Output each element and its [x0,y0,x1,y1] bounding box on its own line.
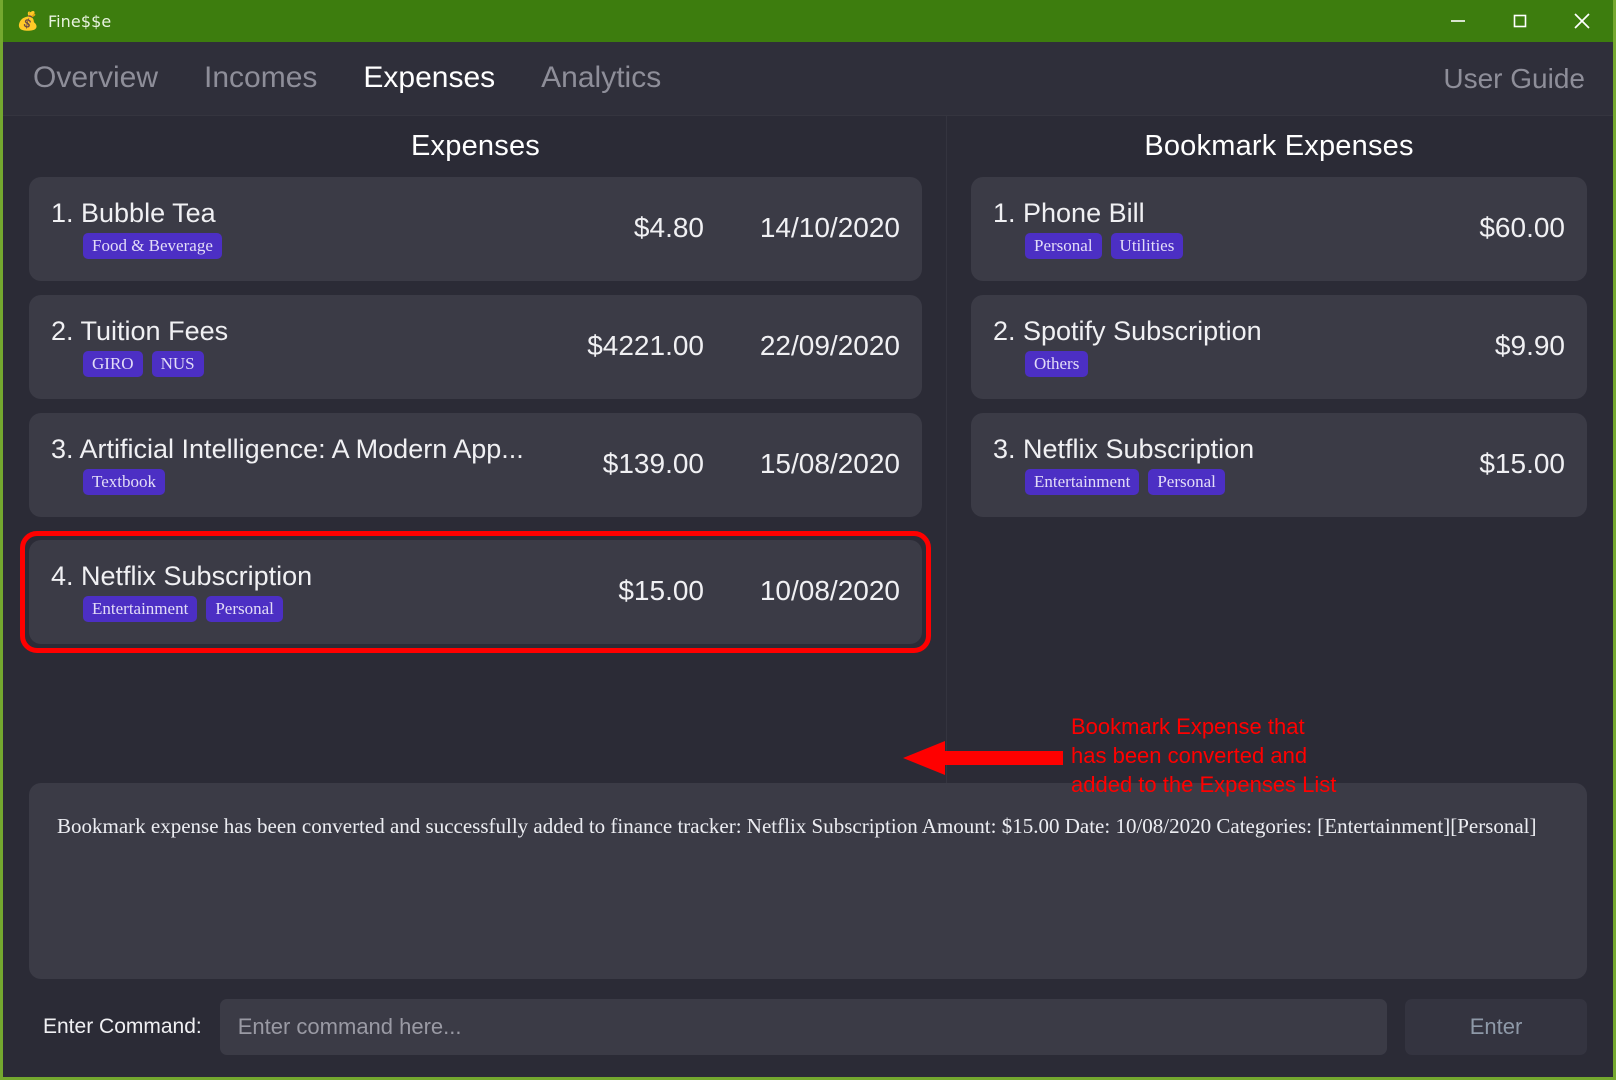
app-window: 💰 Fine$$e Overview Incomes Expenses Anal… [0,0,1616,1080]
user-guide-link[interactable]: User Guide [1443,63,1585,95]
command-label: Enter Command: [43,1015,202,1038]
expense-row-tags: Food & Beverage [51,232,554,259]
minimize-button[interactable] [1427,0,1489,42]
category-tag: Utilities [1110,232,1184,259]
highlight-box: 4. Netflix Subscription Entertainment Pe… [20,531,931,653]
category-tag: Entertainment [1025,468,1140,495]
app-title: Fine$$e [48,11,112,31]
expense-row-main: 4. Netflix Subscription Entertainment Pe… [51,561,554,622]
command-bar: Enter Command: Enter [3,979,1613,1077]
expense-row-date: 10/08/2020 [759,575,900,606]
bookmark-row[interactable]: 1. Phone Bill Personal Utilities $60.00 [971,177,1587,281]
bookmark-row-tags: Personal Utilities [993,232,1385,259]
expense-row-amount: $139.00 [602,448,704,479]
close-button[interactable] [1551,0,1613,42]
bookmark-row-amount: $9.90 [1494,330,1565,361]
category-tag: Food & Beverage [83,232,222,259]
bookmark-row-amount: $60.00 [1479,212,1565,243]
bookmark-row[interactable]: 3. Netflix Subscription Entertainment Pe… [971,413,1587,517]
bookmark-row-main: 1. Phone Bill Personal Utilities [993,198,1385,259]
enter-button[interactable]: Enter [1405,999,1587,1055]
expense-row-main: 3. Artificial Intelligence: A Modern App… [51,434,554,495]
expenses-panel-title: Expenses [411,130,540,162]
bookmark-row-title: 3. Netflix Subscription [993,433,1255,464]
expense-row-title: 1. Bubble Tea [51,197,216,228]
expense-row-main: 2. Tuition Fees GIRO NUS [51,316,554,377]
bookmark-row-title: 1. Phone Bill [993,197,1145,228]
bookmark-row-title: 2. Spotify Subscription [993,315,1262,346]
content-panes: Expenses 1. Bubble Tea Food & Beverage $… [3,116,1613,797]
expenses-panel: Expenses 1. Bubble Tea Food & Beverage $… [3,116,946,783]
expense-row-date: 22/09/2020 [759,330,900,361]
window-controls [1427,0,1613,42]
tab-expenses[interactable]: Expenses [363,61,495,97]
bookmark-row-amount: $15.00 [1479,448,1565,479]
expense-row-amount: $4.80 [633,212,704,243]
category-tag: Personal [1025,232,1102,259]
expense-row-tags: GIRO NUS [51,350,554,377]
result-display-box: Bookmark expense has been converted and … [29,783,1587,979]
category-tag: GIRO [83,350,143,377]
category-tag: Personal [1148,468,1225,495]
category-tag: NUS [151,350,204,377]
bookmark-panel-title: Bookmark Expenses [1144,130,1414,162]
expense-row-main: 1. Bubble Tea Food & Beverage [51,198,554,259]
expense-row-title: 2. Tuition Fees [51,315,229,346]
tab-bar: Overview Incomes Expenses Analytics User… [3,42,1613,116]
category-tag: Entertainment [83,595,198,622]
expense-row[interactable]: 2. Tuition Fees GIRO NUS $4221.00 22/09/… [29,295,922,399]
title-bar: 💰 Fine$$e [3,0,1613,42]
bookmark-row-tags: Others [993,350,1385,377]
maximize-button[interactable] [1489,0,1551,42]
command-input[interactable] [219,999,1387,1055]
bookmark-row-main: 2. Spotify Subscription Others [993,316,1385,377]
expense-row[interactable]: 4. Netflix Subscription Entertainment Pe… [29,540,922,644]
title-bar-left: 💰 Fine$$e [3,10,111,32]
category-tag: Others [1025,350,1089,377]
money-bag-icon: 💰 [16,11,40,31]
tab-incomes[interactable]: Incomes [204,61,317,97]
tab-overview[interactable]: Overview [33,61,158,97]
bookmark-row-tags: Entertainment Personal [993,468,1385,495]
expense-row-amount: $4221.00 [587,330,704,361]
tab-analytics[interactable]: Analytics [541,61,661,97]
bookmark-row-main: 3. Netflix Subscription Entertainment Pe… [993,434,1385,495]
expense-row[interactable]: 1. Bubble Tea Food & Beverage $4.80 14/1… [29,177,922,281]
category-tag: Textbook [83,468,165,495]
expense-row-tags: Textbook [51,468,554,495]
expense-row[interactable]: 3. Artificial Intelligence: A Modern App… [29,413,922,517]
expense-row-amount: $15.00 [618,575,704,606]
bookmark-expenses-panel: Bookmark Expenses 1. Phone Bill Personal… [946,116,1613,783]
bookmark-row[interactable]: 2. Spotify Subscription Others $9.90 [971,295,1587,399]
expense-row-date: 14/10/2020 [759,212,900,243]
expense-row-tags: Entertainment Personal [51,595,554,622]
expense-row-title: 4. Netflix Subscription [51,560,313,591]
expense-row-date: 15/08/2020 [759,448,900,479]
expense-row-title: 3. Artificial Intelligence: A Modern App… [51,433,524,464]
category-tag: Personal [206,595,283,622]
